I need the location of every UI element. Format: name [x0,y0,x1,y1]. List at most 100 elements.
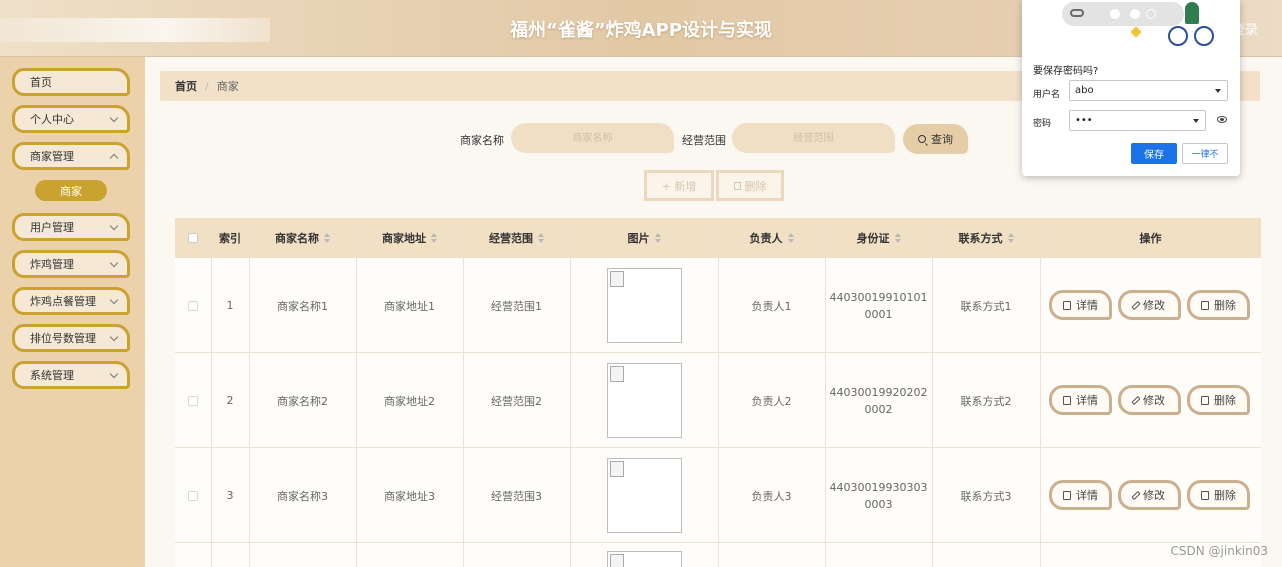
chevron-up-icon [109,153,119,163]
sidebar-item-order-management[interactable]: 炸鸡点餐管理 [12,287,130,315]
row-checkbox[interactable] [188,395,198,406]
column-header[interactable]: 身份证 [825,218,932,258]
batch-delete-button[interactable]: 删除 [716,170,784,201]
column-header[interactable]: 商家名称 [249,218,356,258]
pencil-icon [1131,395,1141,405]
breadcrumb-separator: / [205,79,209,93]
detail-button[interactable]: 详情 [1049,385,1112,415]
password-illustration [1022,0,1240,52]
column-header[interactable]: 经营范围 [463,218,570,258]
username-select[interactable]: abo [1069,80,1228,101]
caret-down-icon [1193,119,1199,123]
search-icon [918,135,926,143]
save-password-dialog: 要保存密码吗? 用户名 abo 密码 ••• 保存 一律不 [1022,0,1240,176]
pencil-icon [1131,300,1141,310]
trash-icon [1201,395,1209,405]
sidebar-item-chicken-management[interactable]: 炸鸡管理 [12,250,130,278]
query-button-label: 查询 [931,133,953,146]
sidebar-item-user-management[interactable]: 用户管理 [12,213,130,241]
column-header[interactable]: 商家地址 [356,218,463,258]
illustration-dot [1130,9,1140,19]
sort-icon[interactable] [431,233,437,243]
sort-icon[interactable] [894,233,901,243]
sidebar-item-queue-management[interactable]: 排位号数管理 [12,324,130,352]
document-icon [1063,300,1071,310]
batch-delete-button-label: 删除 [744,179,767,193]
contact-info: 联系方式1 [960,299,1012,313]
password-select[interactable]: ••• [1069,110,1206,131]
sidebar-item-home[interactable]: 首页 [12,68,130,96]
column-header[interactable]: 负责人 [718,218,825,258]
chevron-down-icon [109,332,119,342]
business-scope-input[interactable] [732,123,895,153]
broken-image-placeholder [606,551,682,567]
detail-button[interactable]: 详情 [1049,480,1112,510]
broken-image-placeholder [606,268,682,343]
row-index: 3 [226,489,234,502]
column-header[interactable]: 联系方式 [932,218,1040,258]
breadcrumb-current: 商家 [216,80,239,93]
row-checkbox[interactable] [188,300,198,311]
sidebar-item-label: 商家管理 [30,150,74,163]
merchant-name: 商家名称2 [277,394,328,408]
id-card-number: 44030019920202 0002 [829,385,928,416]
trash-icon [1201,490,1209,500]
select-all-cell [175,218,211,258]
bike-wheel-icon [1168,26,1188,46]
sidebar-item-label: 炸鸡点餐管理 [30,295,96,308]
column-header: 操作 [1139,232,1162,245]
edit-button[interactable]: 修改 [1118,480,1181,510]
chevron-down-icon [109,258,119,268]
id-card-number: 44030019910101 0001 [829,290,928,321]
add-button-label: + 新增 [661,179,697,193]
merchant-name-label: 商家名称 [460,134,504,147]
sort-icon[interactable] [1007,233,1014,243]
watermark: CSDN @jinkin03 [1170,544,1268,558]
password-label: 密码 [1033,119,1052,129]
chevron-down-icon [109,221,119,231]
sidebar-item-label: 系统管理 [30,369,74,382]
never-save-button[interactable]: 一律不 [1182,143,1228,164]
column-header[interactable]: 图片 [570,218,718,258]
business-scope-label: 经营范围 [682,134,726,147]
sidebar-item-label: 炸鸡管理 [30,258,74,271]
select-all-checkbox[interactable] [188,233,198,243]
query-button[interactable]: 查询 [903,124,968,154]
delete-button[interactable]: 删除 [1187,290,1250,320]
save-password-button[interactable]: 保存 [1131,143,1177,164]
password-value: ••• [1075,115,1093,126]
edit-button[interactable]: 修改 [1118,290,1181,320]
contact-info: 联系方式3 [960,489,1012,503]
breadcrumb-home[interactable]: 首页 [175,78,197,94]
sidebar-item-label: 个人中心 [30,113,74,126]
contact-info: 联系方式2 [960,394,1012,408]
delete-button[interactable]: 删除 [1187,385,1250,415]
owner-name: 负责人3 [751,489,792,503]
add-button[interactable]: + 新增 [644,170,714,201]
merchant-name-input[interactable] [511,123,674,153]
sidebar-item-system-management[interactable]: 系统管理 [12,361,130,389]
sort-icon[interactable] [538,233,544,243]
delete-button[interactable]: 删除 [1187,480,1250,510]
key-icon [1070,9,1084,17]
row-index: 1 [226,299,234,312]
edit-button[interactable]: 修改 [1118,385,1181,415]
sidebar-item-personal-center[interactable]: 个人中心 [12,105,130,133]
document-icon [1063,395,1071,405]
eye-icon[interactable] [1217,116,1227,123]
illustration-diamond [1130,26,1142,38]
sidebar-item-label: 排位号数管理 [30,332,96,345]
sidebar-subitem-merchant[interactable]: 商家 [35,180,107,201]
sort-icon[interactable] [324,233,330,243]
bike-wheel-icon [1194,26,1214,46]
column-header: 索引 [219,232,241,245]
sidebar-item-merchant-management[interactable]: 商家管理 [12,142,130,170]
sort-icon[interactable] [787,233,794,243]
owner-name: 负责人2 [751,394,792,408]
sort-icon[interactable] [654,233,661,243]
business-scope: 经营范围2 [491,394,542,408]
caret-down-icon [1215,89,1221,93]
sidebar: 首页 个人中心 商家管理 商家 用户管理 炸鸡管理 炸鸡点餐管理 排位号数管理 … [0,57,145,567]
row-checkbox[interactable] [188,490,198,501]
detail-button[interactable]: 详情 [1049,290,1112,320]
